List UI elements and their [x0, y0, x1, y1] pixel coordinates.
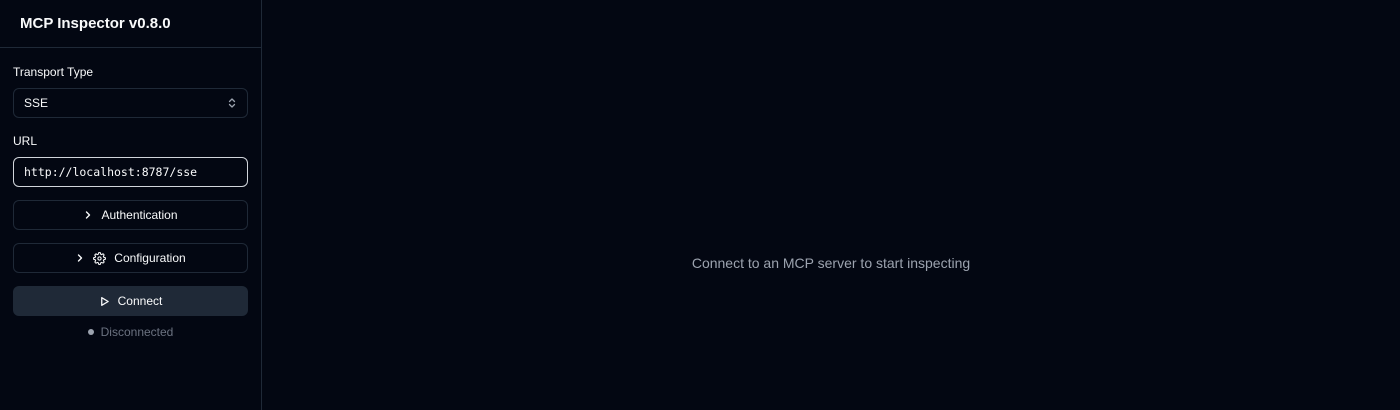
- authentication-button[interactable]: Authentication: [13, 200, 248, 230]
- play-icon: [99, 296, 110, 307]
- configuration-button[interactable]: Configuration: [13, 243, 248, 273]
- gear-icon: [93, 251, 107, 265]
- status-text: Disconnected: [100, 325, 174, 339]
- status-dot-icon: [87, 329, 94, 335]
- authentication-label: Authentication: [101, 208, 178, 222]
- chevron-up-down-icon: [227, 97, 237, 109]
- connect-button[interactable]: Connect: [13, 286, 248, 316]
- sidebar-title: MCP Inspector v0.8.0: [0, 0, 261, 48]
- connection-status: Disconnected: [13, 325, 248, 339]
- connect-label: Connect: [117, 294, 163, 308]
- chevron-right-icon: [75, 253, 85, 263]
- empty-state-message: Connect to an MCP server to start inspec…: [691, 255, 971, 271]
- transport-type-value: SSE: [24, 96, 49, 110]
- transport-type-label: Transport Type: [13, 65, 94, 79]
- chevron-right-icon: [83, 210, 93, 220]
- url-input[interactable]: http://localhost:8787/sse: [13, 157, 248, 187]
- main-panel: Connect to an MCP server to start inspec…: [262, 0, 1400, 410]
- app: MCP Inspector v0.8.0 Transport Type SSE …: [0, 0, 1400, 410]
- sidebar: MCP Inspector v0.8.0 Transport Type SSE …: [0, 0, 262, 410]
- transport-type-select[interactable]: SSE: [13, 88, 248, 118]
- connection-panel: Transport Type SSE URL http://localhost:…: [0, 48, 261, 339]
- configuration-label: Configuration: [114, 251, 186, 265]
- url-label: URL: [13, 134, 38, 148]
